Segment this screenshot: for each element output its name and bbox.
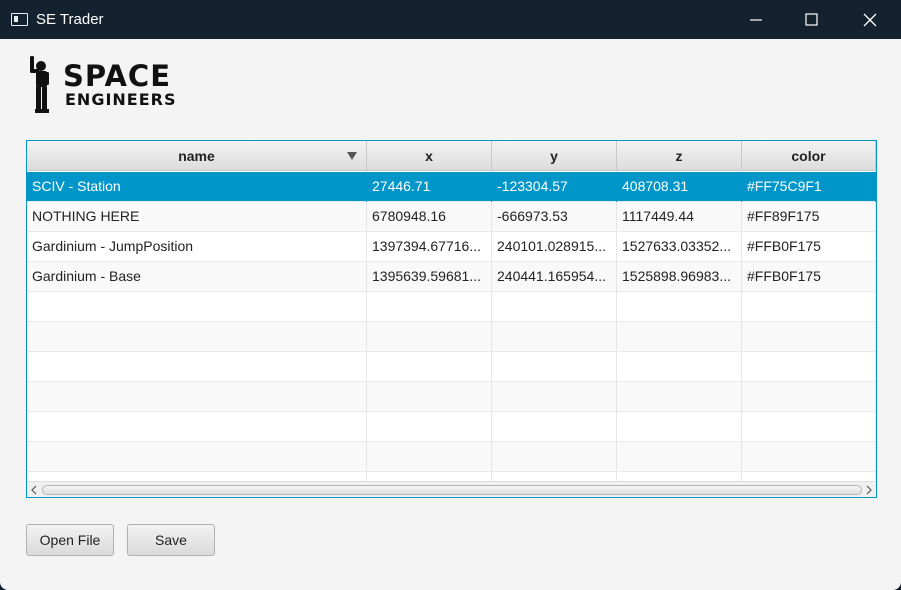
minimize-button[interactable] [734, 0, 780, 39]
chevron-left-icon [31, 485, 37, 495]
empty-row [27, 442, 876, 472]
cell-y[interactable]: 240101.028915... [492, 232, 617, 262]
app-icon [11, 13, 28, 26]
scroll-right-button[interactable] [862, 482, 876, 497]
scroll-left-button[interactable] [27, 482, 41, 497]
cell-name[interactable]: Gardinium - JumpPosition [27, 232, 367, 262]
empty-row [27, 412, 876, 442]
column-header-label: y [550, 148, 558, 164]
cell-name[interactable]: Gardinium - Base [27, 262, 367, 292]
cell-z[interactable]: 1117449.44 [617, 202, 742, 232]
close-button[interactable] [847, 0, 893, 39]
table-row[interactable]: Gardinium - Base 1395639.59681... 240441… [27, 262, 876, 292]
cell-x[interactable]: 1395639.59681... [367, 262, 492, 292]
column-header-label: z [675, 148, 683, 164]
save-button[interactable]: Save [127, 524, 215, 556]
table-row[interactable]: SCIV - Station 27446.71 -123304.57 40870… [27, 172, 876, 202]
cell-x[interactable]: 6780948.16 [367, 202, 492, 232]
empty-row [27, 292, 876, 322]
horizontal-scrollbar[interactable] [27, 481, 876, 497]
locations-table[interactable]: name x y z color SCIV - Station 27446.71… [26, 140, 877, 498]
empty-row [27, 352, 876, 382]
chevron-right-icon [866, 485, 872, 495]
window-client-area: SPACE ENGINEERS name x y z color SCIV - … [0, 39, 901, 590]
close-icon [863, 13, 877, 27]
maximize-icon [805, 13, 818, 26]
minimize-icon [750, 19, 762, 21]
cell-z[interactable]: 408708.31 [617, 172, 742, 202]
cell-color[interactable]: #FF75C9F1 [742, 172, 876, 202]
column-header-label: x [425, 148, 433, 164]
window-title: SE Trader [36, 11, 104, 28]
cell-z[interactable]: 1525898.96983... [617, 262, 742, 292]
cell-x[interactable]: 1397394.67716... [367, 232, 492, 262]
sort-descending-icon [347, 152, 357, 160]
logo-line-2: ENGINEERS [65, 90, 177, 109]
cell-name[interactable]: NOTHING HERE [27, 202, 367, 232]
cell-color[interactable]: #FFB0F175 [742, 262, 876, 292]
cell-z[interactable]: 1527633.03352... [617, 232, 742, 262]
column-header-x[interactable]: x [367, 141, 492, 171]
empty-row [27, 382, 876, 412]
column-header-y[interactable]: y [492, 141, 617, 171]
cell-name[interactable]: SCIV - Station [27, 172, 367, 202]
empty-row [27, 322, 876, 352]
column-header-label: color [791, 148, 826, 164]
cell-color[interactable]: #FF89F175 [742, 202, 876, 232]
cell-color[interactable]: #FFB0F175 [742, 232, 876, 262]
logo-line-1: SPACE [63, 59, 171, 93]
column-header-label: name [178, 148, 215, 164]
scrollbar-thumb[interactable] [42, 485, 862, 495]
column-header-z[interactable]: z [617, 141, 742, 171]
column-header-color[interactable]: color [742, 141, 876, 171]
column-header-name[interactable]: name [27, 141, 367, 171]
cell-y[interactable]: -666973.53 [492, 202, 617, 232]
table-body: SCIV - Station 27446.71 -123304.57 40870… [27, 172, 876, 497]
table-row[interactable]: NOTHING HERE 6780948.16 -666973.53 11174… [27, 202, 876, 232]
cell-y[interactable]: 240441.165954... [492, 262, 617, 292]
table-row[interactable]: Gardinium - JumpPosition 1397394.67716..… [27, 232, 876, 262]
space-engineers-logo: SPACE ENGINEERS [30, 56, 177, 113]
cell-x[interactable]: 27446.71 [367, 172, 492, 202]
open-file-button[interactable]: Open File [26, 524, 114, 556]
maximize-button[interactable] [789, 0, 835, 39]
title-bar: SE Trader [0, 0, 901, 39]
cell-y[interactable]: -123304.57 [492, 172, 617, 202]
table-header: name x y z color [27, 141, 876, 171]
